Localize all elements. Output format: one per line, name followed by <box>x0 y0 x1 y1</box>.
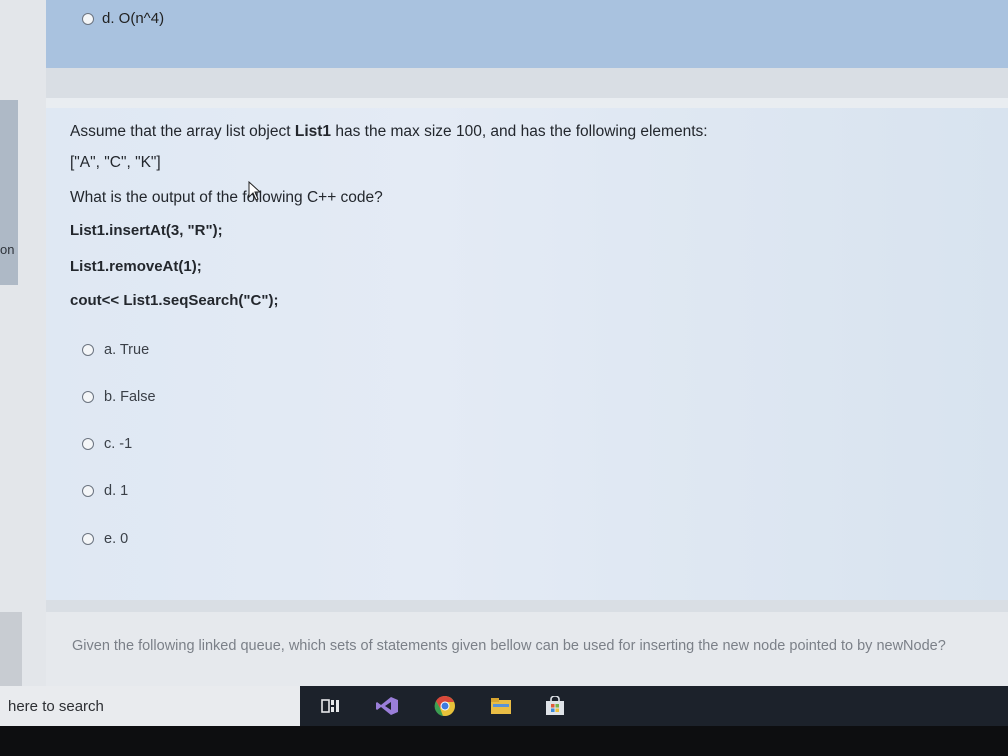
option-label: a. True <box>104 342 150 358</box>
search-placeholder: here to search <box>8 697 104 715</box>
option-label: e. 0 <box>104 531 129 547</box>
visual-studio-icon[interactable] <box>374 694 400 718</box>
option-label: d. O(n^4) <box>102 10 165 27</box>
left-cut-label: on <box>0 242 15 257</box>
code-line-1: List1.insertAt(3, "R"); <box>70 222 223 239</box>
left-side-tab[interactable] <box>0 100 18 285</box>
screen-bezel <box>0 726 1008 756</box>
option-a[interactable]: a. True <box>82 342 149 358</box>
task-view-icon[interactable] <box>318 694 344 718</box>
question-intro-object: List1 <box>294 123 332 140</box>
radio-button[interactable] <box>82 344 94 356</box>
question-panel <box>46 98 1008 600</box>
file-explorer-icon[interactable] <box>488 694 514 718</box>
radio-button[interactable] <box>82 12 94 25</box>
radio-button[interactable] <box>82 485 94 497</box>
question-intro: Assume that the array list object List1 … <box>70 123 708 141</box>
radio-button[interactable] <box>82 438 94 450</box>
radio-button[interactable] <box>82 533 94 545</box>
option-e[interactable]: e. 0 <box>82 531 128 547</box>
code-line-3: cout<< List1.seqSearch("C"); <box>70 292 279 309</box>
question-intro-post: has the max size 100, and has the follow… <box>331 123 708 140</box>
taskbar-search-box[interactable]: here to search <box>0 686 300 726</box>
left-side-tab-lower <box>0 612 22 686</box>
question-elements: ["A", "C", "K"] <box>70 154 161 171</box>
next-question-text: Given the following linked queue, which … <box>72 638 946 654</box>
option-d[interactable]: d. 1 <box>82 483 128 499</box>
previous-option-d[interactable]: d. O(n^4) <box>82 10 164 27</box>
store-icon[interactable] <box>542 694 568 718</box>
question-prompt: What is the output of the following C++ … <box>70 189 383 206</box>
option-label: d. 1 <box>104 483 129 499</box>
question-intro-pre: Assume that the array list object <box>70 123 295 140</box>
taskbar: here to search <box>0 686 1008 726</box>
option-c[interactable]: c. -1 <box>82 436 132 452</box>
radio-button[interactable] <box>82 391 94 403</box>
option-label: c. -1 <box>104 436 133 452</box>
mouse-cursor-icon <box>248 181 262 201</box>
code-line-2: List1.removeAt(1); <box>70 258 202 275</box>
option-b[interactable]: b. False <box>82 389 156 405</box>
option-label: b. False <box>104 389 156 405</box>
previous-question-panel <box>46 0 1008 68</box>
chrome-icon[interactable] <box>432 694 458 718</box>
